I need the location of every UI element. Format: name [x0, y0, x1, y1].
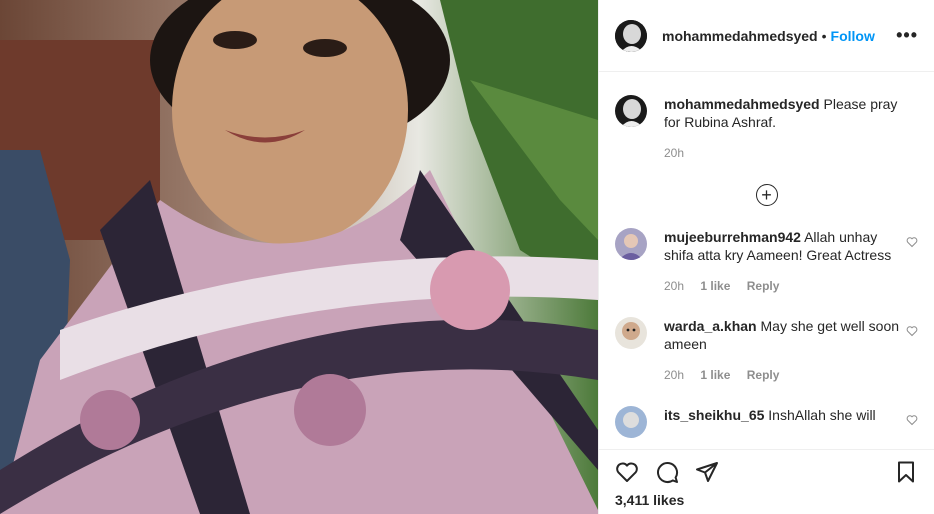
like-comment-heart-icon[interactable] — [906, 325, 918, 337]
commenter-avatar[interactable] — [615, 406, 647, 438]
commenter-avatar[interactable] — [615, 317, 647, 349]
reply-button[interactable]: Reply — [747, 279, 780, 293]
share-icon[interactable] — [695, 460, 719, 484]
caption-time[interactable]: 20h — [664, 146, 684, 160]
comment-time[interactable]: 20h — [664, 368, 684, 382]
photo-illustration — [0, 0, 598, 514]
caption: mohammedahmedsyed Please pray for Rubina… — [615, 95, 918, 162]
follow-button[interactable]: Follow — [831, 28, 875, 44]
comment-username[interactable]: warda_a.khan — [664, 318, 757, 334]
caption-username[interactable]: mohammedahmedsyed — [664, 96, 820, 112]
comment: warda_a.khan May she get well soon ameen… — [615, 317, 918, 384]
comment-meta: 20h 1 like Reply — [664, 277, 908, 295]
author-avatar[interactable] — [615, 19, 647, 52]
bookmark-icon[interactable] — [894, 460, 918, 484]
reply-button[interactable]: Reply — [747, 368, 780, 382]
likes-count[interactable]: 3,411 likes — [615, 492, 918, 508]
comment-likes[interactable]: 1 like — [700, 279, 730, 293]
post-photo[interactable] — [0, 0, 598, 514]
comment-likes[interactable]: 1 like — [700, 368, 730, 382]
commenter-avatar[interactable] — [615, 228, 647, 260]
action-icons — [615, 450, 918, 494]
action-bar: 3,411 likes — [599, 449, 934, 514]
comment-username[interactable]: mujeeburrehman942 — [664, 229, 801, 245]
post-side-panel: mohammedahmedsyed • Follow ••• mohammeda… — [598, 0, 934, 514]
comments-list[interactable]: mohammedahmedsyed Please pray for Rubina… — [599, 73, 934, 449]
comment-username[interactable]: its_sheikhu_65 — [664, 407, 764, 423]
heart-icon[interactable] — [615, 460, 639, 484]
like-comment-heart-icon[interactable] — [906, 236, 918, 248]
caption-avatar[interactable] — [615, 95, 647, 127]
comment-text: InshAllah she will — [768, 407, 876, 423]
load-more-row: + — [615, 184, 918, 206]
separator-dot: • — [821, 27, 827, 44]
comment-meta: 20h 1 like Reply — [664, 366, 908, 384]
caption-meta: 20h — [664, 144, 908, 162]
comment-time[interactable]: 20h — [664, 279, 684, 293]
instagram-post: mohammedahmedsyed • Follow ••• mohammeda… — [0, 0, 934, 514]
author-username[interactable]: mohammedahmedsyed — [662, 28, 818, 44]
more-options-icon[interactable]: ••• — [896, 25, 918, 46]
comment-icon[interactable] — [655, 460, 679, 484]
post-header: mohammedahmedsyed • Follow ••• — [599, 0, 934, 72]
add-circle-icon[interactable]: + — [755, 184, 778, 206]
comment: mujeeburrehman942 Allah unhay shifa atta… — [615, 228, 918, 295]
comment: its_sheikhu_65 InshAllah she will — [615, 406, 918, 438]
like-comment-heart-icon[interactable] — [906, 414, 918, 426]
